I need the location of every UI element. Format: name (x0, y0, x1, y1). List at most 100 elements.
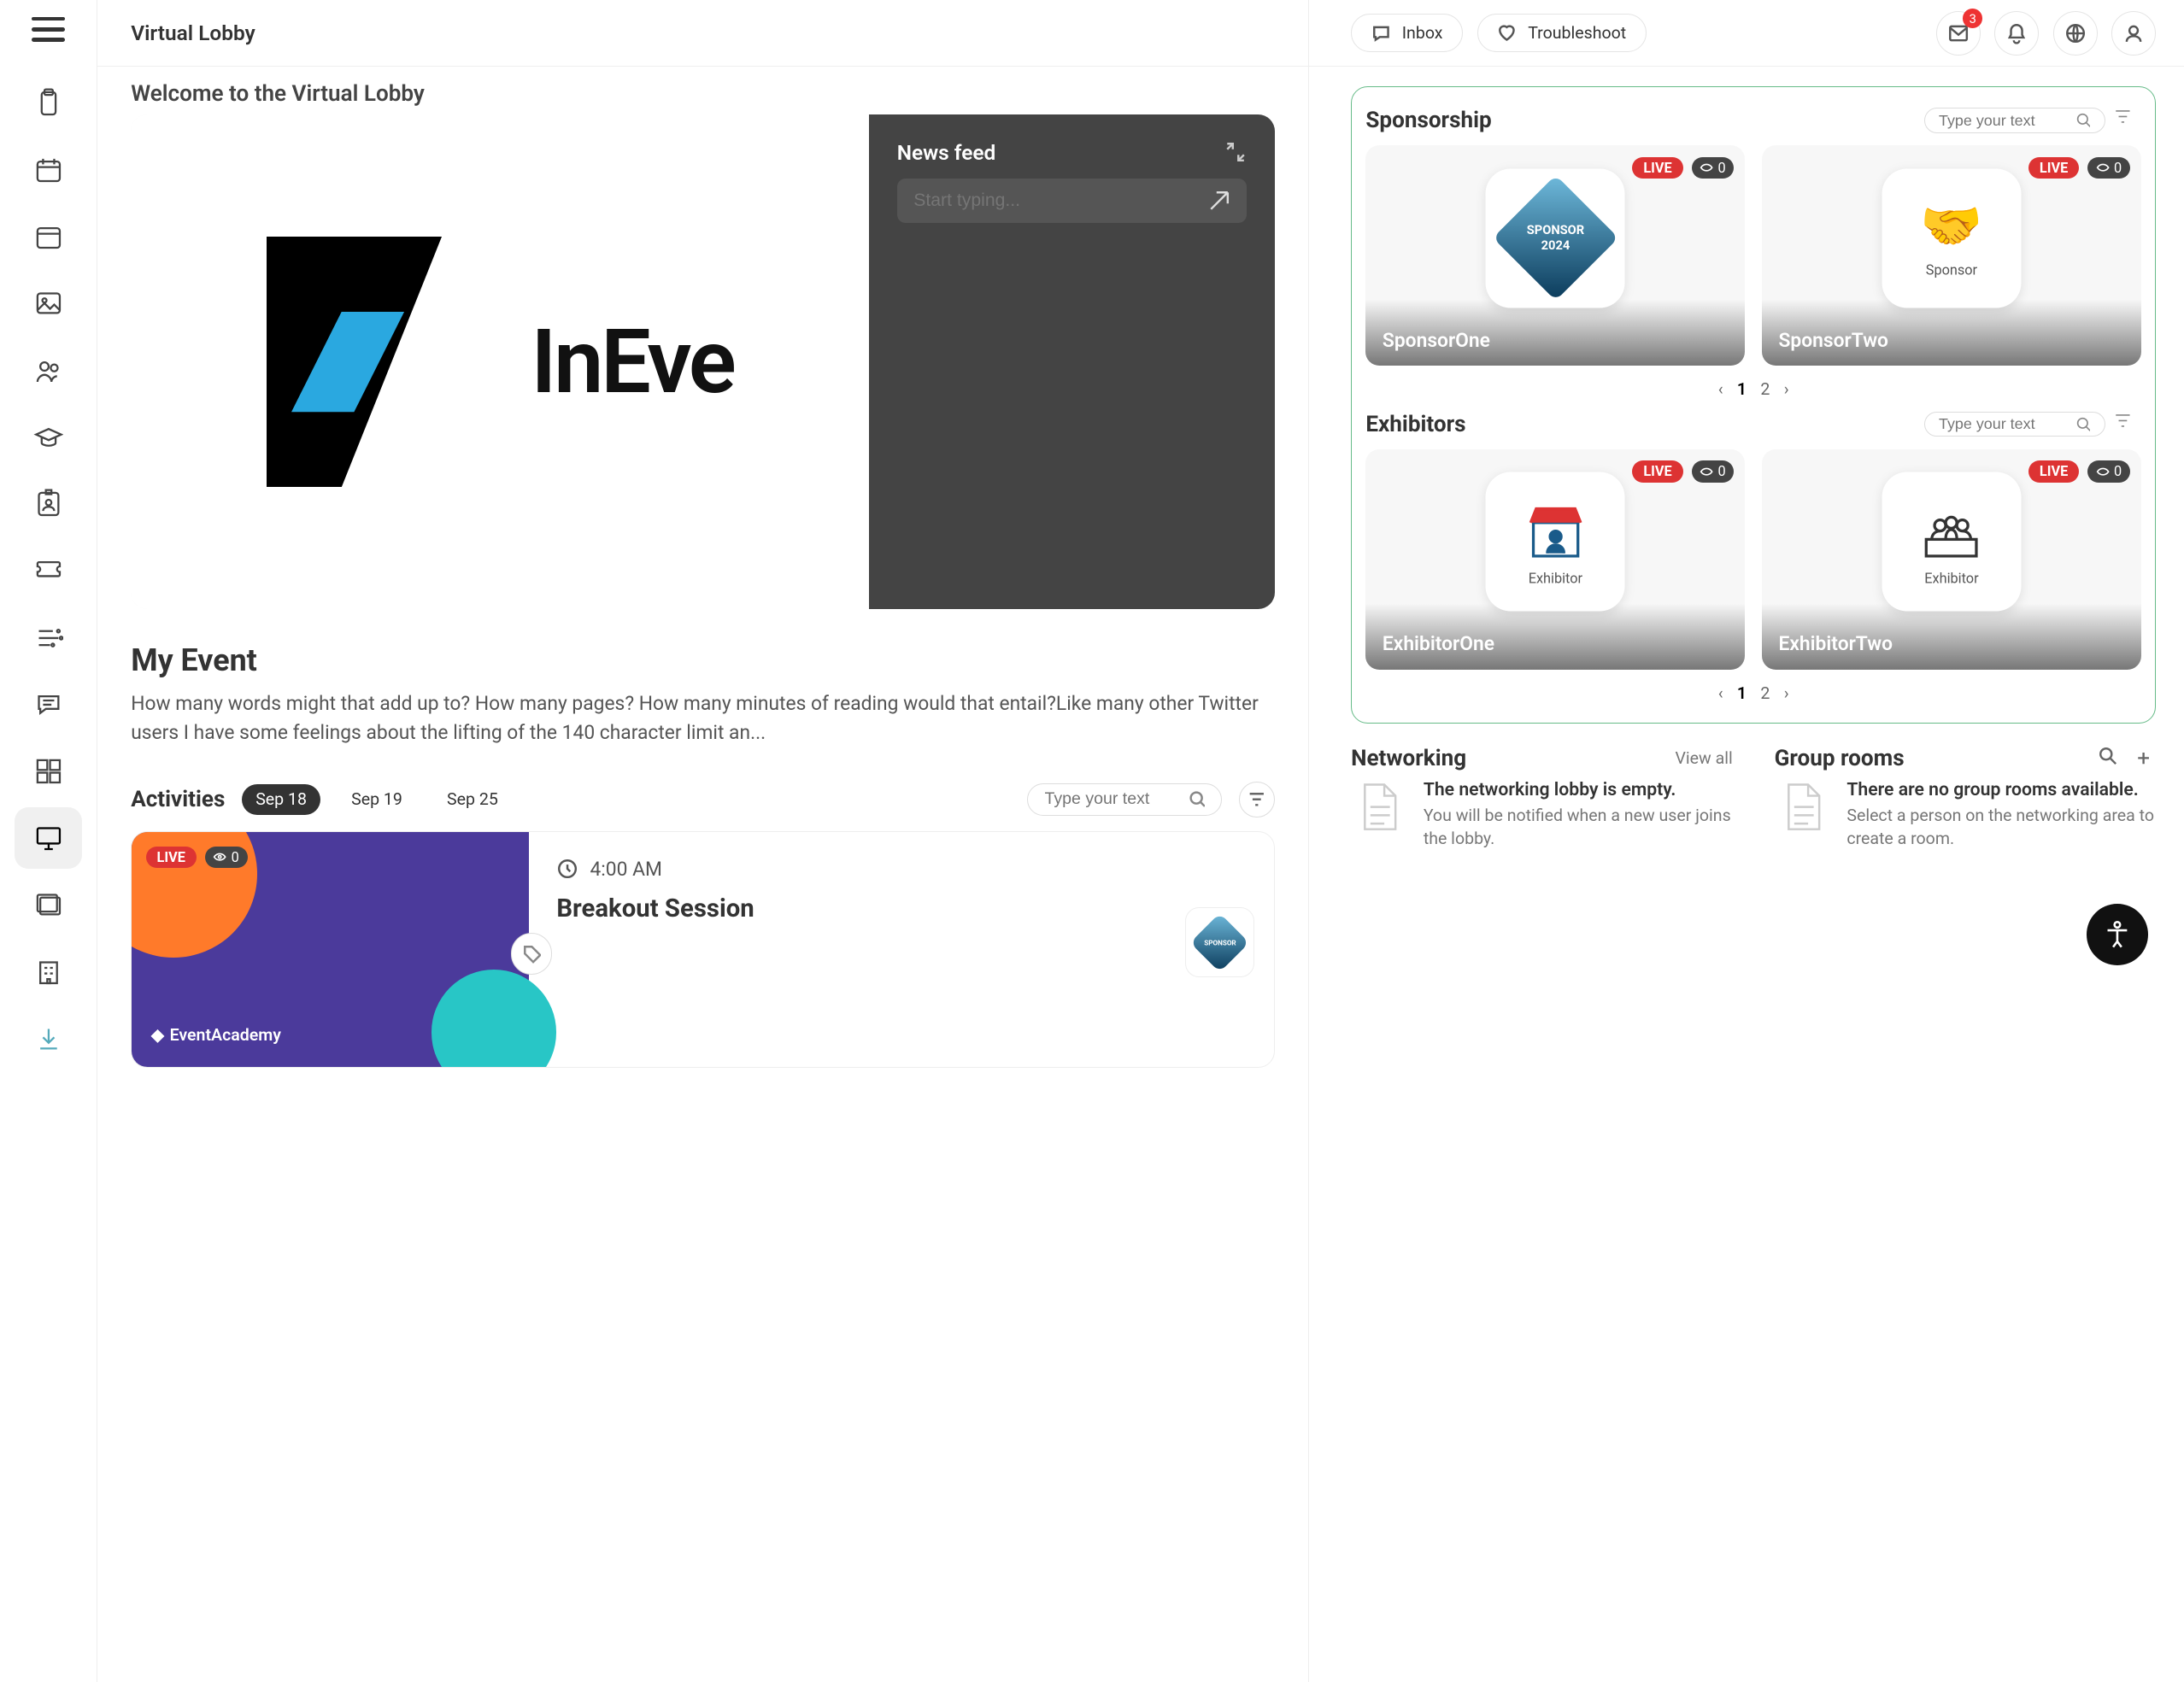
hamburger-menu-icon[interactable] (32, 17, 65, 42)
globe-button[interactable] (2053, 11, 2098, 56)
date-chip-1[interactable]: Sep 19 (338, 784, 416, 815)
nav-calendar-1[interactable] (15, 139, 81, 201)
inbox-label: Inbox (1402, 23, 1443, 43)
pager-page-1[interactable]: 1 (1737, 379, 1747, 399)
activities-search[interactable] (1027, 783, 1222, 816)
live-badge: LIVE (2028, 460, 2079, 483)
search-icon (2076, 113, 2090, 128)
nav-chat[interactable] (15, 674, 81, 736)
graduation-cap-icon (33, 422, 64, 453)
exhibitor-name: ExhibitorOne (1383, 632, 1494, 655)
ticket-icon (33, 555, 64, 586)
activities-search-input[interactable] (1045, 789, 1189, 809)
hero-brand-image: InEve (131, 114, 869, 609)
eye-icon (2096, 465, 2110, 478)
pager-next[interactable]: › (1784, 379, 1789, 399)
send-icon[interactable] (1208, 190, 1230, 212)
viewer-count-badge: 0 (205, 847, 248, 869)
pager-page-1[interactable]: 1 (1737, 683, 1747, 703)
sponsorship-search-input[interactable] (1939, 112, 2076, 130)
eye-icon (1700, 161, 1713, 174)
pager-page-2[interactable]: 2 (1760, 379, 1770, 399)
nav-ticket[interactable] (15, 540, 81, 601)
nav-grid[interactable] (15, 741, 81, 802)
exhibitor-card-0[interactable]: LIVE 0 Exhibitor ExhibitorOne (1365, 449, 1745, 670)
pager-next[interactable]: › (1784, 683, 1789, 703)
brand-logo-text: InEve (531, 310, 733, 414)
hero-banner: InEve News feed (131, 114, 1275, 609)
networking-view-all[interactable]: View all (1675, 748, 1732, 768)
live-badge: LIVE (1632, 157, 1682, 179)
sponsorship-search[interactable] (1924, 108, 2105, 133)
nav-clipboard[interactable] (15, 73, 81, 134)
exhibitors-search-input[interactable] (1939, 415, 2076, 433)
nav-download[interactable] (15, 1008, 81, 1070)
pager-page-2[interactable]: 2 (1760, 683, 1770, 703)
date-chip-2[interactable]: Sep 25 (433, 784, 512, 815)
group-rooms-section: Group rooms + There are no group rooms a… (1775, 746, 2157, 851)
nav-people[interactable] (15, 340, 81, 401)
pager-prev[interactable]: ‹ (1718, 379, 1723, 399)
clock-icon (556, 858, 578, 880)
my-event-section: My Event How many words might that add u… (131, 642, 1275, 747)
pager-prev[interactable]: ‹ (1718, 683, 1723, 703)
grid-icon (33, 756, 64, 787)
activity-time: 4:00 AM (590, 858, 661, 881)
exhibitors-filter-button[interactable] (2113, 410, 2141, 438)
sponsorship-filter-button[interactable] (2113, 107, 2141, 135)
sponsor-logo-tile: SPONSOR2024 (1486, 168, 1625, 308)
welcome-heading: Welcome to the Virtual Lobby (131, 81, 1275, 107)
nav-gallery[interactable] (15, 273, 81, 334)
activity-thumbnail: LIVE 0 ◆ EventAcademy (132, 832, 529, 1067)
troubleshoot-button[interactable]: Troubleshoot (1477, 14, 1647, 52)
exhibitors-title: Exhibitors (1365, 412, 1923, 437)
eye-icon (213, 850, 226, 864)
profile-button[interactable] (2111, 11, 2156, 56)
activity-card[interactable]: LIVE 0 ◆ EventAcademy (131, 831, 1275, 1068)
activities-filter-button[interactable] (1239, 782, 1275, 818)
search-icon (1189, 791, 1205, 808)
booth-icon (1522, 497, 1588, 564)
notification-badge: 3 (1963, 9, 1982, 28)
networking-empty-body: You will be notified when a new user joi… (1424, 804, 1733, 851)
page-title: Virtual Lobby (131, 21, 255, 45)
globe-icon (2064, 22, 2087, 44)
accessibility-fab[interactable] (2087, 904, 2148, 965)
news-feed-panel: News feed (869, 114, 1275, 609)
news-feed-input[interactable] (913, 190, 1208, 211)
exhibitor-logo-tile: Exhibitor (1486, 472, 1625, 612)
exhibitor-card-1[interactable]: LIVE 0 Exhibitor ExhibitorTwo (1762, 449, 2141, 670)
accessibility-icon (2102, 919, 2133, 950)
calendar-icon (33, 155, 64, 185)
nav-building[interactable] (15, 941, 81, 1003)
nav-education[interactable] (15, 407, 81, 468)
nav-poll[interactable] (15, 607, 81, 669)
sponsorship-exhibitors-panel: Sponsorship LIVE (1351, 86, 2156, 724)
exhibitor-name: ExhibitorTwo (1778, 632, 1893, 655)
my-event-description: How many words might that add up to? How… (131, 689, 1275, 747)
sponsor-card-0[interactable]: LIVE 0 SPONSOR2024 SponsorOne (1365, 145, 1745, 366)
search-icon (2076, 417, 2090, 432)
eye-icon (2096, 161, 2110, 174)
group-rooms-search-button[interactable] (2098, 746, 2117, 771)
my-event-title: My Event (131, 642, 1275, 678)
live-badge: LIVE (146, 847, 197, 869)
nav-monitor[interactable] (15, 807, 81, 869)
bell-button[interactable] (1994, 11, 2039, 56)
collapse-icon[interactable] (1224, 141, 1247, 163)
inbox-button[interactable]: Inbox (1351, 14, 1463, 52)
date-chip-0[interactable]: Sep 18 (242, 784, 320, 815)
bell-icon (2005, 22, 2028, 44)
troubleshoot-label: Troubleshoot (1528, 23, 1626, 43)
activity-sponsor-logo[interactable]: SPONSOR (1185, 907, 1255, 977)
notifications-button[interactable]: 3 (1936, 11, 1981, 56)
exhibitors-search[interactable] (1924, 412, 2105, 437)
viewer-count-badge: 0 (1692, 460, 1735, 483)
sponsor-card-1[interactable]: LIVE 0 🤝 Sponsor SponsorTwo (1762, 145, 2141, 366)
nav-badge[interactable] (15, 473, 81, 535)
nav-calendar-2[interactable] (15, 206, 81, 267)
group-rooms-add-button[interactable]: + (2131, 746, 2156, 771)
filter-icon (2113, 411, 2133, 431)
viewer-count-badge: 0 (2087, 460, 2130, 483)
nav-images-stack[interactable] (15, 875, 81, 936)
